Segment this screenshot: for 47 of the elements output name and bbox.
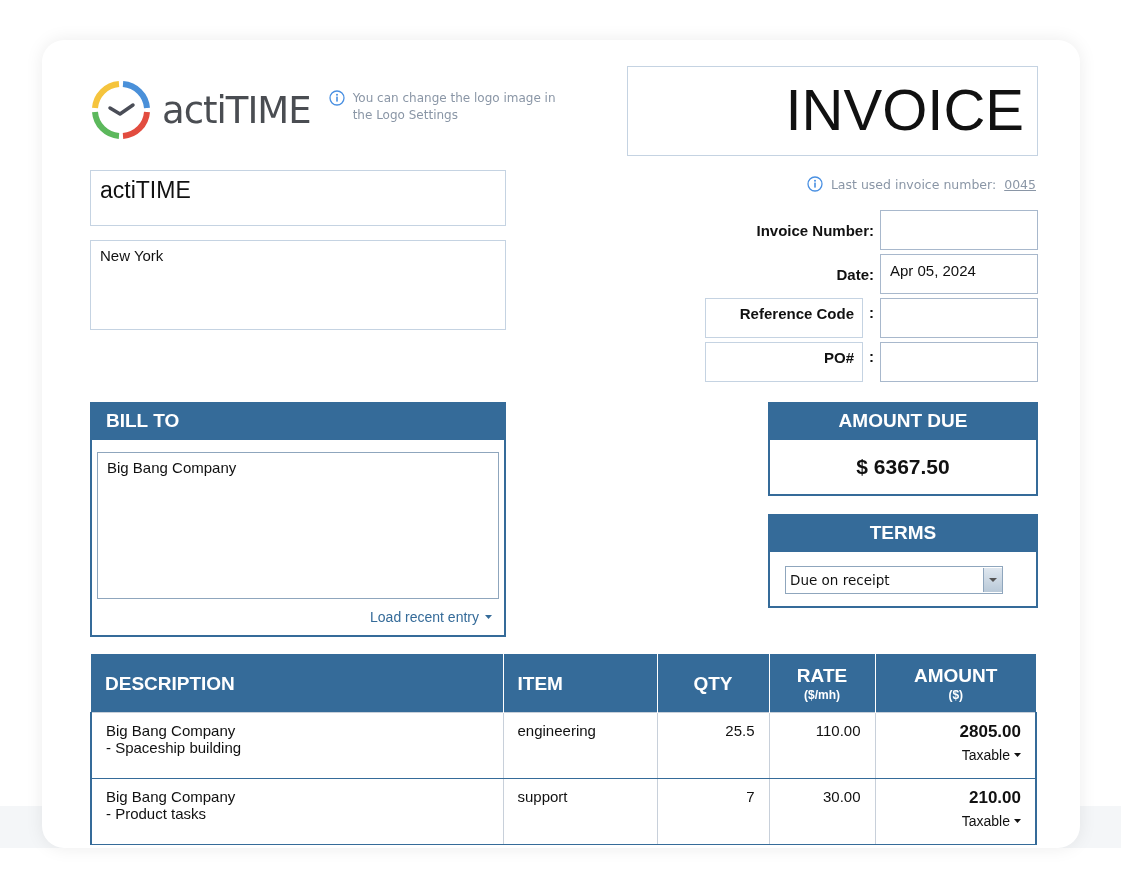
qty-cell: 7	[657, 778, 769, 845]
qty-cell: 25.5	[657, 712, 769, 779]
terms-dropdown[interactable]: Due on receipt	[785, 566, 1003, 594]
panel-header: AMOUNT DUE	[770, 404, 1036, 440]
dropdown-arrow-icon	[989, 578, 997, 582]
bill-to-field[interactable]: Big Bang Company	[97, 452, 499, 599]
company-name-field[interactable]: actiTIME	[90, 170, 506, 226]
info-icon	[806, 176, 823, 192]
column-header: AMOUNT ($)	[875, 654, 1036, 713]
load-recent-link[interactable]: Load recent entry	[92, 609, 492, 625]
caret-icon	[485, 615, 492, 619]
invoice-title: INVOICE	[627, 66, 1038, 156]
info-icon	[328, 90, 345, 106]
custom-label-field[interactable]: PO#	[705, 342, 863, 382]
item-cell: engineering	[503, 712, 657, 779]
amount-value: 2805.00	[958, 722, 1021, 742]
column-header: RATE ($/mh)	[769, 654, 875, 713]
field-label: Invoice Number:	[756, 221, 874, 239]
company-address-field[interactable]: New York	[90, 240, 506, 330]
logo-wordmark: actiTIME	[162, 88, 311, 132]
invoice-field[interactable]	[880, 298, 1038, 338]
caret-icon	[1014, 819, 1021, 823]
invoice-field[interactable]	[880, 342, 1038, 382]
field-label: Date:	[836, 265, 874, 283]
taxable-dropdown[interactable]: Taxable	[889, 813, 1021, 829]
last-used-label: Last used invoice number:	[830, 176, 997, 192]
amount-value: 210.00	[968, 788, 1021, 808]
item-cell: support	[503, 778, 657, 845]
caret-icon	[1014, 753, 1021, 757]
column-header: ITEM	[503, 654, 657, 713]
colon-text: :	[869, 303, 874, 321]
logo-hint-text: You can change the logo image in the Logo Settings	[352, 90, 557, 124]
column-header: QTY	[657, 654, 769, 713]
description-cell: Big Bang Company - Product tasks	[91, 778, 503, 845]
panel-header: BILL TO	[92, 404, 504, 440]
column-header: DESCRIPTION	[91, 654, 503, 713]
clock-logo-icon	[90, 79, 152, 141]
rate-cell: 30.00	[769, 778, 875, 845]
panel-header: TERMS	[770, 516, 1036, 552]
colon-text: :	[869, 347, 874, 365]
rate-cell: 110.00	[769, 712, 875, 779]
invoice-field[interactable]	[880, 210, 1038, 250]
custom-label-field[interactable]: Reference Code	[705, 298, 863, 338]
amount-due-value: $ 6367.50	[855, 454, 951, 479]
taxable-dropdown[interactable]: Taxable	[889, 747, 1021, 763]
invoice-field[interactable]: Apr 05, 2024	[880, 254, 1038, 294]
description-cell: Big Bang Company - Spaceship building	[91, 712, 503, 779]
